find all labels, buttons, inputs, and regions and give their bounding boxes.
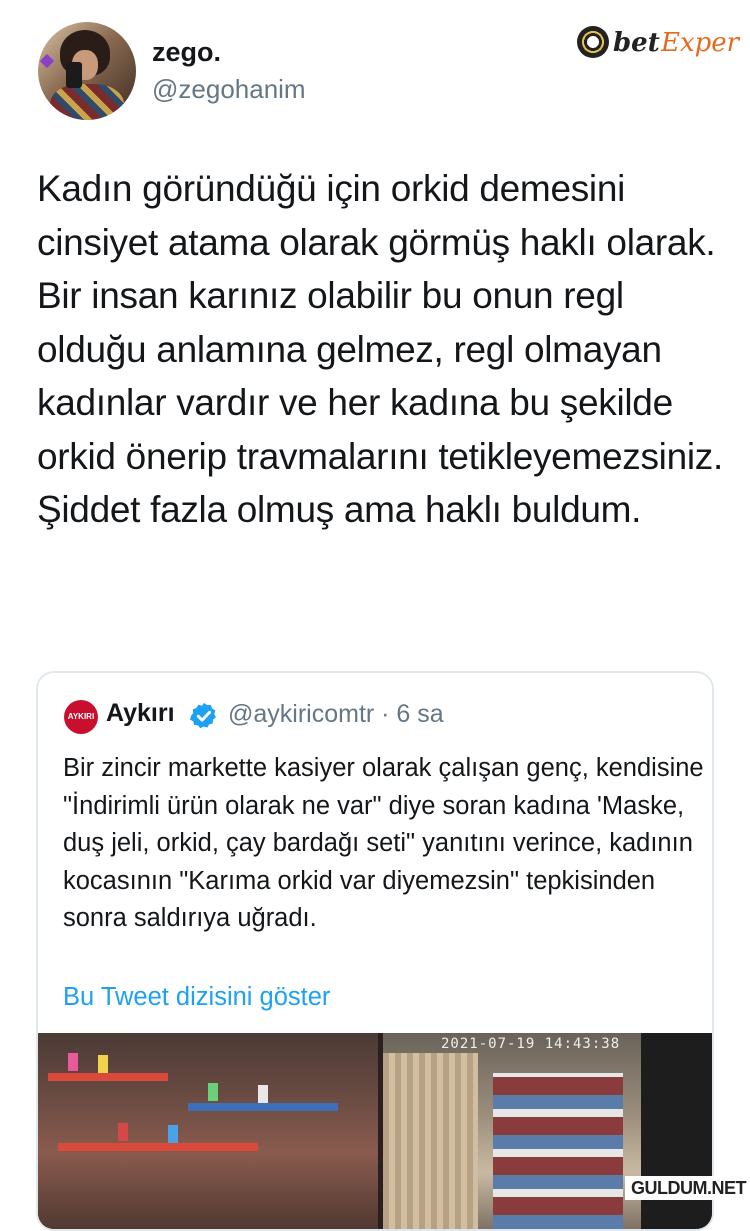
quoted-avatar[interactable]: AYKIRI	[64, 700, 98, 734]
verified-badge-icon	[190, 702, 216, 729]
watermark: GULDUM.NET	[625, 1176, 750, 1200]
product	[208, 1083, 218, 1101]
shelf-rack	[493, 1073, 623, 1229]
quoted-tweet[interactable]: AYKIRI Aykırı @aykiricomtr · 6 sa Bir zi…	[36, 671, 714, 1231]
poker-chip-icon	[577, 26, 609, 58]
show-thread-link[interactable]: Bu Tweet dizisini göster	[63, 983, 330, 1012]
sparkle-icon	[39, 53, 55, 69]
brand-logo-part2: Exper	[661, 28, 740, 58]
avatar-phone	[66, 62, 82, 88]
product	[98, 1055, 108, 1073]
dark-edge	[641, 1033, 712, 1229]
tweet-text: Kadın göründüğü için orkid demesini cins…	[37, 168, 723, 530]
quoted-author-name[interactable]: Aykırı	[106, 699, 175, 728]
shelf	[58, 1143, 258, 1151]
shelf	[188, 1103, 338, 1111]
product	[168, 1125, 178, 1143]
author-handle[interactable]: @zegohanim	[152, 74, 306, 105]
store-interior-left	[38, 1033, 378, 1229]
author-name[interactable]: zego.	[152, 37, 221, 68]
author-avatar[interactable]	[38, 22, 136, 120]
product	[118, 1123, 128, 1141]
avatar-shirt	[50, 84, 124, 120]
cabinet	[383, 1053, 478, 1229]
product	[68, 1053, 78, 1071]
shelf	[48, 1073, 168, 1081]
brand-logo-part1: bet	[613, 28, 660, 58]
quoted-handle-time[interactable]: @aykiricomtr · 6 sa	[228, 700, 444, 729]
quoted-media-image[interactable]: 2021-07-19 14:43:38	[38, 1033, 712, 1229]
cctv-timestamp: 2021-07-19 14:43:38	[441, 1036, 621, 1052]
product	[258, 1085, 268, 1103]
quoted-tweet-text: Bir zincir markette kasiyer olarak çalış…	[63, 754, 704, 932]
store-interior-right: 2021-07-19 14:43:38	[383, 1033, 712, 1229]
brand-logo: bet Exper	[577, 24, 747, 64]
